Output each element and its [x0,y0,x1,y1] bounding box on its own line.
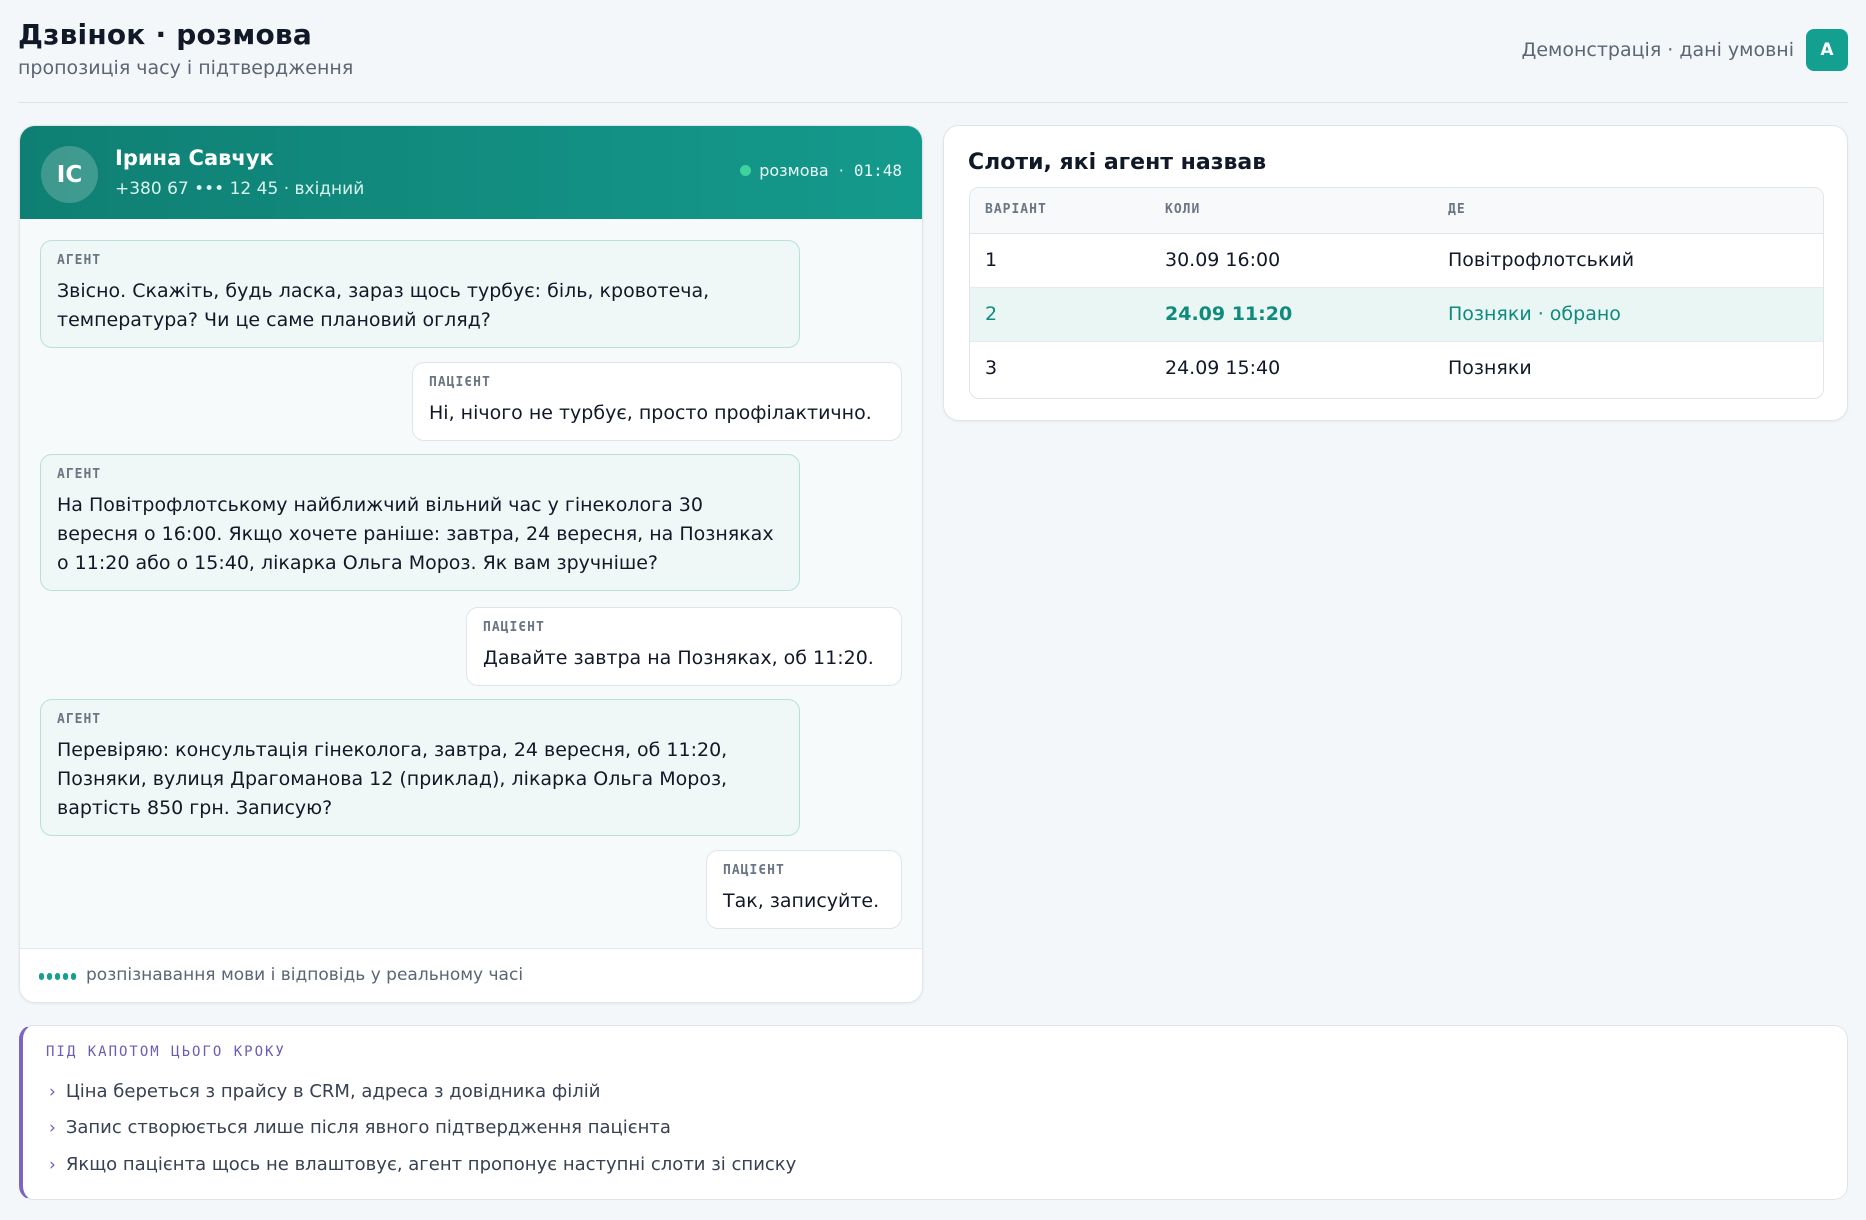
cell-where: Позняки [1448,357,1532,379]
message-patient: ПАЦІЄНТ Так, записуйте. [706,850,902,929]
hood-title: ПІД КАПОТОМ ЦЬОГО КРОКУ [46,1044,286,1060]
cell-variant: 3 [985,357,998,379]
hood-item-text: Якщо пацієнта щось не влаштовує, агент п… [65,1154,797,1175]
chevron-right-icon: › [49,1118,56,1138]
message-role: АГЕНТ [57,712,102,727]
caller-avatar: ІС [41,146,98,203]
message-text: Звісно. Скажіть, будь ласка, зараз щось … [57,280,710,331]
message-role: ПАЦІЄНТ [483,620,545,635]
message-role: ПАЦІЄНТ [723,863,785,878]
message-role: ПАЦІЄНТ [429,375,491,390]
message-patient: ПАЦІЄНТ Ні, нічого не турбує, просто про… [412,362,902,441]
column-header-when: КОЛИ [1165,202,1201,217]
demo-label: Демонстрація · дані умовні [1521,39,1794,61]
message-text: На Повітрофлотському найближчий вільний … [57,494,774,574]
message-text: Ні, нічого не турбує, просто профілактич… [429,402,872,424]
cell-variant: 1 [985,249,998,271]
page-subtitle: пропозиція часу і підтвердження [18,57,354,79]
message-text: Давайте завтра на Позняках, об 11:20. [483,647,874,669]
cell-where: Повітрофлотський [1448,249,1635,271]
column-header-where: ДЕ [1448,202,1466,217]
hood-item-text: Ціна береться з прайсу в CRM, адреса з д… [65,1081,601,1102]
cell-variant: 2 [985,303,998,325]
call-status: розмова · 01:48 [740,161,902,180]
message-text: Перевіряю: консультація гінеколога, завт… [57,739,728,819]
hood-item: › Ціна береться з прайсу в CRM, адреса з … [49,1081,601,1102]
status-dot-icon [740,165,752,176]
table-row-selected[interactable]: 2 24.09 11:20 Позняки · обрано [970,288,1823,342]
message-role: АГЕНТ [57,467,102,482]
page-header: Дзвінок · розмова пропозиція часу і підт… [18,0,1848,103]
cell-where: Позняки · обрано [1448,303,1621,325]
message-agent: АГЕНТ Звісно. Скажіть, будь ласка, зараз… [40,240,800,348]
slots-card: Слоти, які агент назвав ВАРІАНТ КОЛИ ДЕ … [943,125,1848,421]
table-row[interactable]: 1 30.09 16:00 Повітрофлотський [970,234,1823,288]
slots-table: ВАРІАНТ КОЛИ ДЕ 1 30.09 16:00 Повітрофло… [969,187,1824,399]
call-duration: 01:48 [853,161,902,180]
call-status-label: розмова [759,161,829,180]
call-footer: розпізнавання мови і відповідь у реально… [20,948,922,1002]
table-row[interactable]: 3 24.09 15:40 Позняки [970,342,1823,396]
page: Дзвінок · розмова пропозиція часу і підт… [0,0,1866,1220]
page-title: Дзвінок · розмова [18,18,312,51]
message-text: Так, записуйте. [723,890,880,912]
hood-item: › Запис створюється лише після явного під… [49,1117,671,1138]
under-the-hood-panel: ПІД КАПОТОМ ЦЬОГО КРОКУ › Ціна береться з… [19,1025,1848,1200]
slots-title: Слоти, які агент назвав [968,150,1267,175]
audio-wave-icon [39,973,76,980]
user-avatar[interactable]: A [1806,29,1848,71]
caller-phone-meta: +380 67 ••• 12 45 · вхідний [115,179,365,199]
call-footer-text: розпізнавання мови і відповідь у реально… [86,965,524,985]
call-status-separator: · [838,161,844,180]
hood-item: › Якщо пацієнта щось не влаштовує, агент … [49,1154,796,1175]
message-agent: АГЕНТ На Повітрофлотському найближчий ві… [40,454,800,591]
column-header-variant: ВАРІАНТ [985,202,1047,217]
chevron-right-icon: › [49,1082,56,1102]
message-role: АГЕНТ [57,253,102,268]
call-header: ІС Ірина Савчук +380 67 ••• 12 45 · вхід… [20,126,922,219]
cell-when: 24.09 11:20 [1165,303,1293,325]
cell-when: 30.09 16:00 [1165,249,1281,271]
message-agent: АГЕНТ Перевіряю: консультація гінеколога… [40,699,800,836]
message-patient: ПАЦІЄНТ Давайте завтра на Позняках, об 1… [466,607,902,686]
caller-name: Ірина Савчук [115,146,274,170]
hood-item-text: Запис створюється лише після явного підт… [65,1117,671,1138]
table-header: ВАРІАНТ КОЛИ ДЕ [970,188,1823,234]
cell-when: 24.09 15:40 [1165,357,1281,379]
chevron-right-icon: › [49,1155,56,1175]
call-panel: ІС Ірина Савчук +380 67 ••• 12 45 · вхід… [19,125,923,1003]
